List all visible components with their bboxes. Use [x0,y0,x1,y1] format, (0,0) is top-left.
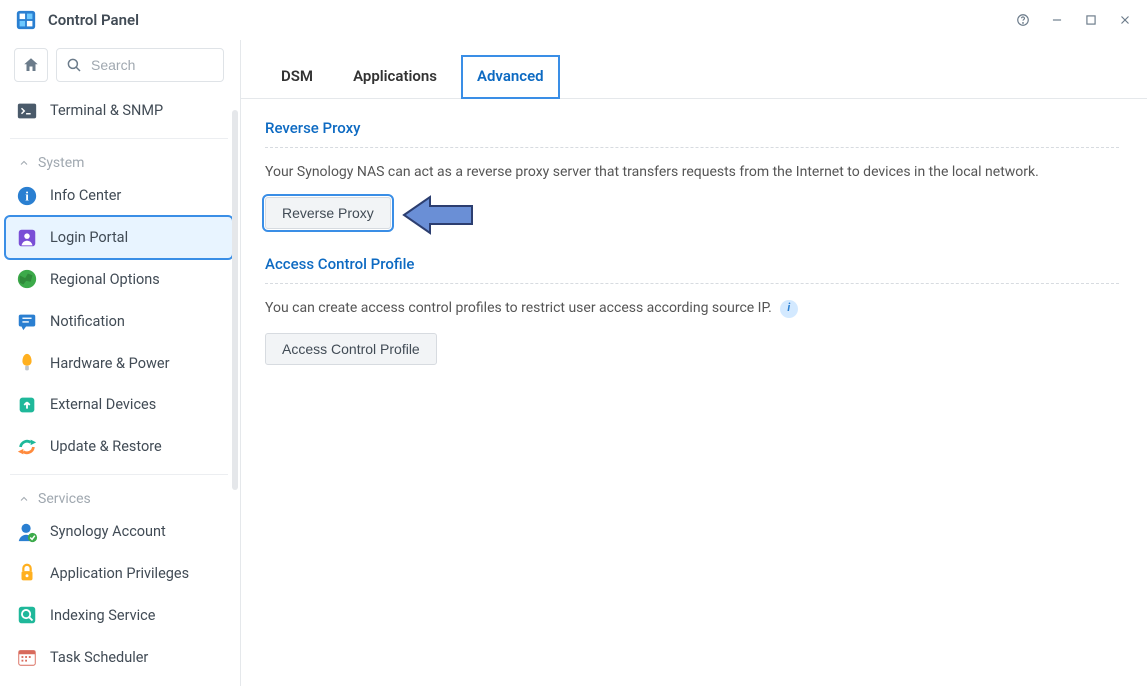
main-panel: DSM Applications Advanced Reverse Proxy … [240,40,1147,686]
sidebar-item-label: Update & Restore [50,438,162,455]
chevron-up-icon [18,157,30,169]
sidebar-item-hardware-power[interactable]: Hardware & Power [6,342,232,384]
info-icon: i [16,185,38,207]
terminal-icon [16,100,38,122]
divider [10,138,228,139]
reverse-proxy-button[interactable]: Reverse Proxy [265,197,391,229]
group-label: System [38,155,84,171]
group-header-system[interactable]: System [6,145,232,175]
section-text-access-control: You can create access control profiles t… [265,298,1119,319]
svg-text:i: i [25,189,29,203]
window-controls [1015,12,1133,28]
tab-dsm[interactable]: DSM [265,55,329,99]
section-text-access-control-label: You can create access control profiles t… [265,298,772,319]
tab-applications[interactable]: Applications [337,55,453,99]
app-icon [14,8,38,32]
section-title-access-control: Access Control Profile [265,255,1119,284]
notification-icon [16,310,38,332]
sidebar-item-notification[interactable]: Notification [6,300,232,342]
scrollbar[interactable] [232,110,238,490]
close-button[interactable] [1117,12,1133,28]
sidebar-item-terminal-snmp[interactable]: Terminal & SNMP [6,90,232,132]
home-button[interactable] [14,48,48,82]
maximize-button[interactable] [1083,12,1099,28]
home-icon [22,56,40,74]
minimize-button[interactable] [1049,12,1065,28]
scheduler-icon [16,646,38,668]
sidebar-item-external-devices[interactable]: External Devices [6,384,232,426]
power-icon [16,352,38,374]
sidebar-item-label: Terminal & SNMP [50,102,163,119]
search-input[interactable] [56,48,224,82]
sidebar-item-label: Task Scheduler [50,649,148,666]
group-header-services[interactable]: Services [6,481,232,511]
sidebar-item-regional-options[interactable]: Regional Options [6,258,232,300]
pointer-arrow-icon [400,191,478,239]
regional-icon [16,268,38,290]
window-title: Control Panel [48,11,1015,29]
divider [10,474,228,475]
sidebar-item-label: Synology Account [50,523,166,540]
tab-advanced[interactable]: Advanced [461,55,560,99]
sidebar-item-login-portal[interactable]: Login Portal [6,217,232,259]
sidebar-item-label: Info Center [50,187,121,204]
help-button[interactable] [1015,12,1031,28]
privileges-icon [16,562,38,584]
group-label: Services [38,491,91,507]
section-text-reverse-proxy: Your Synology NAS can act as a reverse p… [265,162,1119,183]
sidebar-item-label: Application Privileges [50,565,189,582]
sidebar-item-label: Login Portal [50,229,128,246]
sidebar-item-update-restore[interactable]: Update & Restore [6,426,232,468]
info-tooltip-icon[interactable]: i [780,300,798,318]
sidebar-item-application-privileges[interactable]: Application Privileges [6,552,232,594]
sidebar-item-label: Hardware & Power [50,355,169,372]
access-control-profile-button[interactable]: Access Control Profile [265,333,437,365]
update-icon [16,436,38,458]
tabbar: DSM Applications Advanced [241,40,1147,99]
sidebar-item-synology-account[interactable]: Synology Account [6,511,232,553]
sidebar-item-label: Notification [50,313,125,330]
section-title-reverse-proxy: Reverse Proxy [265,119,1119,148]
sidebar-item-label: External Devices [50,396,156,413]
sidebar-item-indexing-service[interactable]: Indexing Service [6,594,232,636]
sidebar-item-task-scheduler[interactable]: Task Scheduler [6,636,232,678]
sidebar-item-label: Indexing Service [50,607,155,624]
titlebar: Control Panel [0,0,1147,40]
sidebar: Terminal & SNMP System i Info Center Log… [0,40,240,686]
portal-icon [16,227,38,249]
external-devices-icon [16,394,38,416]
sidebar-item-info-center[interactable]: i Info Center [6,175,232,217]
chevron-up-icon [18,493,30,505]
account-icon [16,521,38,543]
indexing-icon [16,604,38,626]
sidebar-item-label: Regional Options [50,271,160,288]
